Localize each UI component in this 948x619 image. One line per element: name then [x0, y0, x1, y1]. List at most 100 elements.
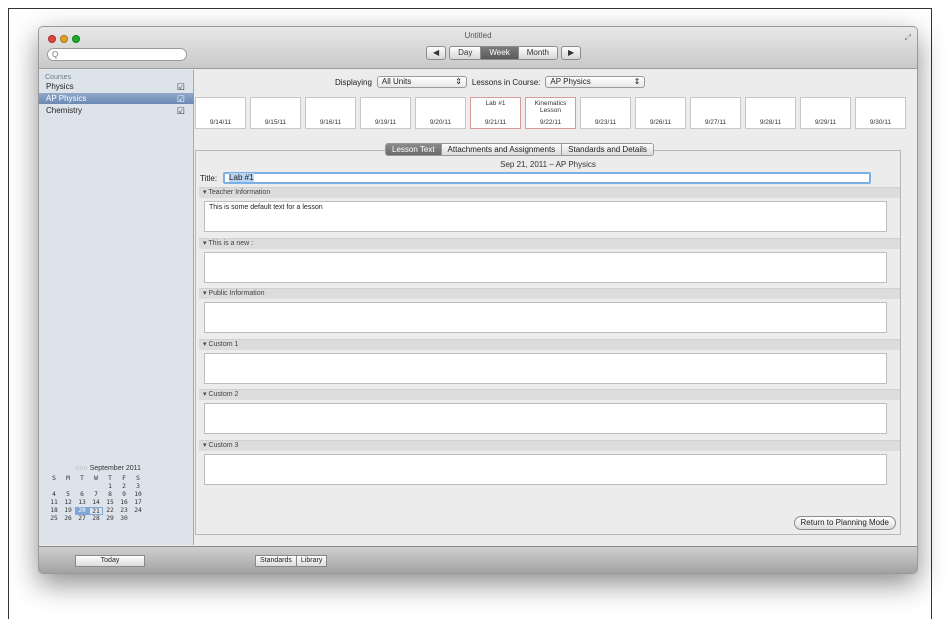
day-date: 9/27/11	[704, 119, 727, 126]
library-button[interactable]: Library	[296, 556, 327, 566]
tab-lesson-text[interactable]: Lesson Text	[386, 144, 442, 155]
calendar-day[interactable]: 28	[89, 515, 103, 523]
day-cell[interactable]: 9/20/11	[415, 97, 466, 129]
weekday-label: M	[66, 475, 70, 482]
calendar-day[interactable]: 18	[47, 507, 61, 515]
day-lesson[interactable]: Lab #1	[471, 100, 520, 107]
calendar-day[interactable]: 27	[75, 515, 89, 523]
calendar-day[interactable]: 20	[75, 507, 89, 515]
fullscreen-icon[interactable]: ⤢	[905, 33, 911, 43]
calendar-day[interactable]: 21	[89, 507, 103, 515]
day-cell[interactable]: Lab #1 9/21/11	[470, 97, 521, 129]
calendar-day[interactable]: 22	[103, 507, 117, 515]
day-cell[interactable]: Kinematics Lesson 9/22/11	[525, 97, 576, 129]
sidebar-item-course[interactable]: Chemistry ☑	[39, 105, 194, 116]
section-text-area[interactable]	[204, 251, 887, 283]
day-cell[interactable]: 9/23/11	[580, 97, 631, 129]
section-text-area[interactable]	[204, 453, 887, 485]
calendar-day	[75, 483, 89, 491]
calendar-day[interactable]: 15	[103, 499, 117, 507]
course-select-value: AP Physics	[550, 77, 591, 86]
calendar-day[interactable]: 26	[61, 515, 75, 523]
view-tab-month[interactable]: Month	[518, 47, 557, 59]
lesson-tabs: Lesson Text Attachments and Assignments St…	[385, 143, 654, 156]
calendar-day[interactable]: 24	[131, 507, 145, 515]
course-name: Physics	[46, 82, 74, 91]
next-button[interactable]: ▶	[560, 46, 582, 60]
calendar-day[interactable]: 3	[131, 483, 145, 491]
search-icon: Q	[52, 50, 59, 59]
calendar-day[interactable]: 9	[117, 491, 131, 499]
calendar-day[interactable]: 29	[103, 515, 117, 523]
tab-attachments-and-assignments[interactable]: Attachments and Assignments	[441, 144, 563, 155]
section-text-area[interactable]: This is some default text for a lesson	[204, 201, 887, 232]
title-row: Title: Lab #1	[200, 172, 872, 184]
day-cell[interactable]: 9/28/11	[745, 97, 796, 129]
calendar-day[interactable]: 8	[103, 491, 117, 499]
calendar-day[interactable]: 25	[47, 515, 61, 523]
section-text-area[interactable]	[204, 403, 887, 434]
course-select[interactable]: AP Physics ⇕	[545, 76, 646, 88]
day-cell[interactable]: 9/26/11	[635, 97, 686, 129]
calendar-day[interactable]: 2	[117, 483, 131, 491]
day-cell[interactable]: 9/14/11	[195, 97, 246, 129]
section-header[interactable]: ▾ Teacher Information	[199, 187, 900, 198]
calendar-day	[47, 483, 61, 491]
calendar-day[interactable]: 14	[89, 499, 103, 507]
calendar-day[interactable]: 6	[75, 491, 89, 499]
section-text-area[interactable]	[204, 352, 887, 384]
standards-button[interactable]: Standards	[256, 556, 297, 566]
calendar-day[interactable]: 23	[117, 507, 131, 515]
day-lesson[interactable]: Kinematics Lesson	[526, 100, 575, 114]
section-header[interactable]: ▾ This is a new :	[199, 237, 900, 249]
checkbox-icon[interactable]: ☑	[177, 82, 185, 93]
calendar-day[interactable]: 5	[61, 491, 75, 499]
calendar-day[interactable]: 19	[61, 507, 75, 515]
calendar-day[interactable]: 12	[61, 499, 75, 507]
day-cell[interactable]: 9/16/11	[305, 97, 356, 129]
tab-standards-and-details[interactable]: Standards and Details	[562, 144, 653, 155]
calendar-day[interactable]: 1	[103, 483, 117, 491]
checkbox-icon[interactable]: ☑	[177, 106, 185, 117]
calendar-week-row: 123	[47, 483, 169, 491]
calendar-day[interactable]: 17	[131, 499, 145, 507]
previous-button[interactable]: ◀	[426, 46, 447, 60]
view-tab-day[interactable]: Day	[450, 47, 482, 59]
sidebar-item-course[interactable]: Physics ☑	[39, 81, 194, 92]
day-date: 9/28/11	[759, 119, 782, 126]
view-tab-week[interactable]: Week	[481, 47, 519, 59]
course-select-label: Lessons in Course:	[471, 77, 541, 87]
units-select[interactable]: All Units ⇕	[376, 76, 467, 88]
calendar-day[interactable]: 10	[131, 491, 145, 499]
day-cell[interactable]: 9/15/11	[250, 97, 301, 129]
section-header[interactable]: ▾ Custom 3	[199, 439, 900, 451]
today-button[interactable]: Today	[75, 555, 145, 567]
chevron-left-icon: ◀	[433, 48, 440, 57]
return-to-planning-button[interactable]: Return to Planning Mode	[793, 516, 896, 530]
section-label: Custom 2	[208, 391, 239, 398]
search-input[interactable]	[62, 49, 182, 60]
day-cell[interactable]: 9/30/11	[855, 97, 906, 129]
calendar-day[interactable]: 30	[117, 515, 131, 523]
search-field[interactable]: Q	[47, 48, 187, 61]
section-header[interactable]: ▾ Custom 2	[199, 389, 900, 400]
section-label: Custom 1	[208, 340, 239, 348]
day-cell[interactable]: 9/29/11	[800, 97, 851, 129]
weekday-label: S	[52, 475, 56, 482]
calendar-day[interactable]: 13	[75, 499, 89, 507]
calendar-day[interactable]: 4	[47, 491, 61, 499]
bottom-segment: Standards Library	[255, 555, 328, 567]
section-text-area[interactable]	[204, 302, 887, 333]
checkbox-icon[interactable]: ☑	[177, 94, 185, 105]
sidebar-item-course[interactable]: AP Physics ☑	[39, 93, 194, 104]
calendar-day[interactable]: 7	[89, 491, 103, 499]
day-cell[interactable]: 9/19/11	[360, 97, 411, 129]
day-date: 9/19/11	[374, 119, 397, 126]
section-header[interactable]: ▾ Public Information	[199, 288, 900, 299]
calendar-day[interactable]: 11	[47, 499, 61, 507]
title-input[interactable]: Lab #1	[223, 172, 872, 184]
section-header[interactable]: ▾ Custom 1	[199, 338, 900, 350]
day-cell[interactable]: 9/27/11	[690, 97, 741, 129]
sidebar-heading: Courses	[45, 74, 72, 81]
calendar-day[interactable]: 16	[117, 499, 131, 507]
